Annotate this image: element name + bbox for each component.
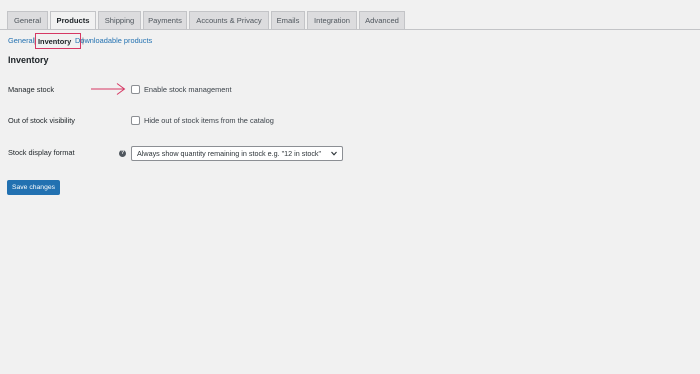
tab-divider — [0, 29, 700, 30]
tab-payments[interactable]: Payments — [143, 11, 187, 29]
manage-stock-checkbox-label[interactable]: Enable stock management — [144, 85, 232, 95]
chevron-down-icon — [331, 151, 337, 156]
hide-out-of-stock-checkbox[interactable] — [131, 116, 140, 125]
tab-accounts-privacy[interactable]: Accounts & Privacy — [189, 11, 269, 29]
stock-display-format-label: Stock display format — [8, 148, 75, 157]
stock-display-format-value: Always show quantity remaining in stock … — [137, 149, 322, 158]
settings-tabbar: General Products Shipping Payments Accou… — [0, 11, 700, 30]
tab-shipping[interactable]: Shipping — [98, 11, 141, 29]
section-title: Inventory — [8, 55, 49, 65]
subnav-general[interactable]: General — [8, 34, 34, 47]
manage-stock-label: Manage stock — [8, 85, 55, 94]
hide-out-of-stock-checkbox-label[interactable]: Hide out of stock items from the catalog — [144, 116, 274, 126]
tab-advanced[interactable]: Advanced — [359, 11, 405, 29]
tab-general[interactable]: General — [7, 11, 48, 29]
tab-emails[interactable]: Emails — [271, 11, 305, 29]
manage-stock-checkbox[interactable] — [131, 85, 140, 94]
tab-integration[interactable]: Integration — [307, 11, 357, 29]
arrow-right-icon — [91, 83, 126, 95]
out-of-stock-visibility-label: Out of stock visibility — [8, 116, 75, 125]
subnav-downloadable-products[interactable]: Downloadable products — [75, 34, 152, 47]
stock-display-format-select[interactable]: Always show quantity remaining in stock … — [131, 146, 343, 161]
save-changes-button[interactable]: Save changes — [7, 180, 60, 195]
help-icon[interactable]: ? — [119, 150, 126, 157]
tab-products[interactable]: Products — [50, 11, 96, 30]
